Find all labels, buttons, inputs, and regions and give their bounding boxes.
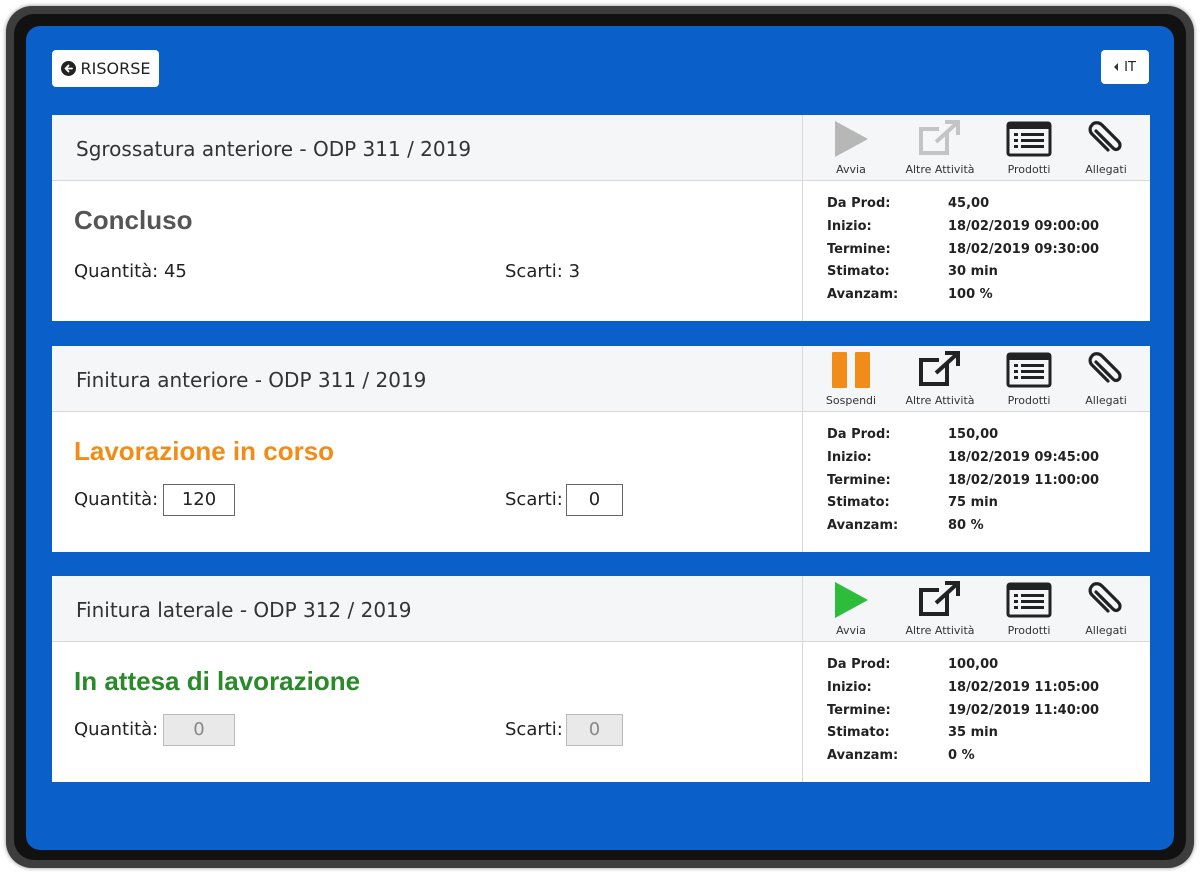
external-link-icon: [917, 119, 963, 159]
card-info-panel: Da Prod: 45,00 Inizio: 18/02/2019 09:00:00…: [802, 181, 1150, 321]
start-button[interactable]: Avvia: [811, 580, 891, 640]
info-stimato: Stimato: 30 min: [827, 264, 998, 279]
scrap-label: Scarti:: [505, 489, 563, 510]
products-label: Prodotti: [1007, 394, 1051, 407]
task-card: Finitura laterale - ODP 312 / 2019 Avvia…: [52, 576, 1150, 782]
suspend-button[interactable]: Sospendi: [811, 350, 891, 410]
info-inizio: Inizio: 18/02/2019 11:05:00: [827, 680, 1100, 695]
info-termine: Termine: 18/02/2019 09:30:00: [827, 242, 1100, 257]
other-activities-label: Altre Attività: [905, 624, 975, 637]
info-avanzam: Avanzam: 0 %: [827, 748, 975, 763]
products-button[interactable]: Prodotti: [989, 119, 1069, 179]
caret-left-icon: [1114, 63, 1119, 71]
products-button[interactable]: Prodotti: [989, 350, 1069, 410]
scrap-input: 0: [566, 714, 623, 746]
task-card: Sgrossatura anteriore - ODP 311 / 2019 A…: [52, 115, 1150, 321]
info-stimato: Stimato: 35 min: [827, 725, 998, 740]
play-icon: [833, 580, 869, 620]
quantity-input: 0: [163, 714, 235, 746]
card-body: Concluso Quantità: 45 Scarti: 3: [52, 181, 802, 321]
external-link-icon: [917, 580, 963, 620]
card-title: Sgrossatura anteriore - ODP 311 / 2019: [76, 137, 472, 161]
back-button-label: RISORSE: [80, 59, 151, 78]
paperclip-icon: [1086, 119, 1126, 159]
info-inizio: Inizio: 18/02/2019 09:00:00: [827, 219, 1100, 234]
products-button[interactable]: Prodotti: [989, 580, 1069, 640]
products-label: Prodotti: [1007, 624, 1051, 637]
attachments-button[interactable]: Allegati: [1066, 119, 1146, 179]
paperclip-icon: [1086, 350, 1126, 390]
other-activities-button[interactable]: Altre Attività: [900, 580, 980, 640]
info-stimato: Stimato: 75 min: [827, 495, 998, 510]
list-icon: [1006, 350, 1052, 390]
info-avanzam: Avanzam: 80 %: [827, 518, 984, 533]
card-header: Sgrossatura anteriore - ODP 311 / 2019: [52, 115, 802, 181]
suspend-label: Sospendi: [825, 394, 877, 407]
info-da-prod: Da Prod: 150,00: [827, 427, 999, 442]
arrow-left-circle-icon: [60, 61, 76, 76]
attachments-label: Allegati: [1085, 394, 1127, 407]
status-label: Concluso: [74, 205, 193, 235]
play-icon: [833, 119, 869, 159]
card-action-bar: Sospendi Altre Attività Prodotti Allegat…: [802, 346, 1150, 412]
start-label: Avvia: [836, 624, 866, 637]
scrap-label: Scarti:: [505, 719, 563, 740]
attachments-label: Allegati: [1085, 624, 1127, 637]
language-selector[interactable]: IT: [1101, 50, 1149, 84]
task-card: Finitura anteriore - ODP 311 / 2019 Sosp…: [52, 346, 1150, 552]
info-da-prod: Da Prod: 45,00: [827, 196, 990, 211]
products-label: Prodotti: [1007, 163, 1051, 176]
card-action-bar: Avvia Altre Attività Prodotti Allegati: [802, 576, 1150, 642]
paperclip-icon: [1086, 580, 1126, 620]
card-info-panel: Da Prod: 100,00 Inizio: 18/02/2019 11:05:0…: [802, 642, 1150, 782]
card-info-panel: Da Prod: 150,00 Inizio: 18/02/2019 09:45:0…: [802, 412, 1150, 552]
info-avanzam: Avanzam: 100 %: [827, 287, 993, 302]
info-termine: Termine: 18/02/2019 11:00:00: [827, 473, 1100, 488]
card-header: Finitura laterale - ODP 312 / 2019: [52, 576, 802, 642]
quantity-label: Quantità:: [74, 489, 159, 510]
attachments-button[interactable]: Allegati: [1066, 580, 1146, 640]
attachments-label: Allegati: [1085, 163, 1127, 176]
status-label: Lavorazione in corso: [74, 436, 335, 466]
start-label: Avvia: [836, 163, 866, 176]
card-body: In attesa di lavorazione Quantità: 0 Sca…: [52, 642, 802, 782]
scrap-input[interactable]: 0: [566, 484, 623, 516]
attachments-button[interactable]: Allegati: [1066, 350, 1146, 410]
start-button[interactable]: Avvia: [811, 119, 891, 179]
card-title: Finitura laterale - ODP 312 / 2019: [76, 598, 412, 622]
other-activities-button[interactable]: Altre Attività: [900, 119, 980, 179]
card-title: Finitura anteriore - ODP 311 / 2019: [76, 368, 427, 392]
info-da-prod: Da Prod: 100,00: [827, 657, 999, 672]
info-termine: Termine: 19/02/2019 11:40:00: [827, 703, 1100, 718]
quantity-text: Quantità: 45: [74, 261, 187, 282]
quantity-input[interactable]: 120: [163, 484, 235, 516]
info-inizio: Inizio: 18/02/2019 09:45:00: [827, 450, 1100, 465]
scrap-text: Scarti: 3: [505, 261, 581, 282]
external-link-icon: [917, 350, 963, 390]
other-activities-button[interactable]: Altre Attività: [900, 350, 980, 410]
status-label: In attesa di lavorazione: [74, 666, 361, 696]
app-screen: RISORSE IT Sgrossatura anteriore - ODP 3…: [26, 26, 1174, 850]
list-icon: [1006, 119, 1052, 159]
list-icon: [1006, 580, 1052, 620]
other-activities-label: Altre Attività: [905, 163, 975, 176]
pause-icon: [831, 350, 871, 390]
card-header: Finitura anteriore - ODP 311 / 2019: [52, 346, 802, 412]
quantity-label: Quantità:: [74, 719, 159, 740]
language-label: IT: [1124, 59, 1136, 75]
other-activities-label: Altre Attività: [905, 394, 975, 407]
card-body: Lavorazione in corso Quantità: 120 Scart…: [52, 412, 802, 552]
back-resources-button[interactable]: RISORSE: [52, 50, 159, 87]
card-action-bar: Avvia Altre Attività Prodotti Allegati: [802, 115, 1150, 181]
